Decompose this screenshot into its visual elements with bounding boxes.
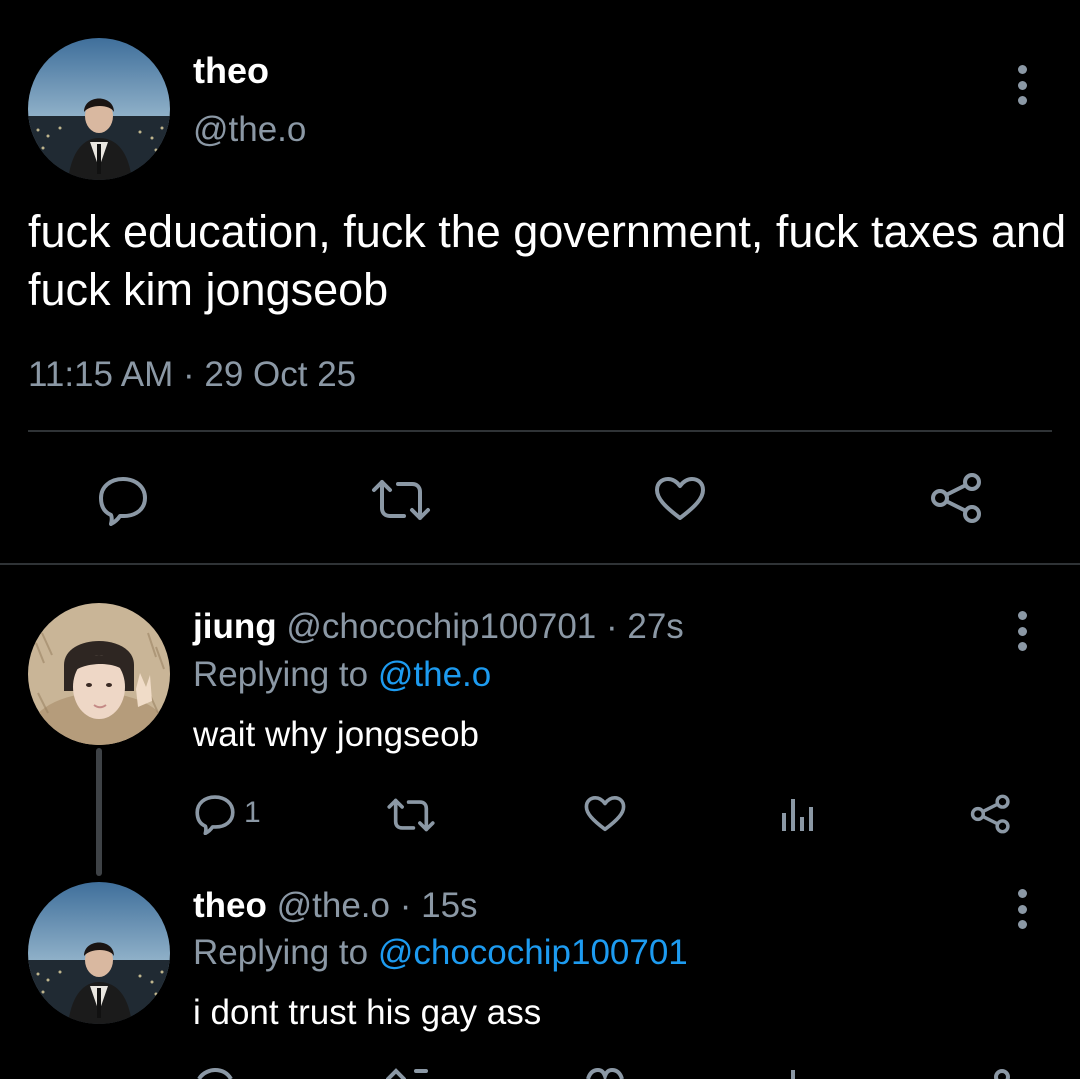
reply-2-text: i dont trust his gay ass: [193, 993, 542, 1032]
jiung-avatar[interactable]: [28, 603, 170, 745]
main-author-name[interactable]: theo: [193, 50, 269, 92]
main-author-handle[interactable]: @the.o: [193, 110, 306, 150]
jiung-avatar-image: [28, 603, 170, 745]
reply-1-replying-label: Replying to: [193, 655, 369, 694]
reply-2-author-name[interactable]: theo: [193, 886, 267, 925]
reply-1-author-name[interactable]: jiung: [193, 607, 277, 646]
reply-1-like-icon[interactable]: [584, 795, 626, 833]
reply-2-replying-to: Replying to @chocochip100701: [193, 933, 688, 973]
theo-reply-avatar-image: [28, 882, 170, 1024]
reply-1-replying-to: Replying to @the.o: [193, 655, 491, 695]
thread-connector-line: [96, 748, 102, 876]
reply-2-age: · 15s: [399, 886, 478, 925]
reply-2-retweet-icon[interactable]: [386, 1068, 436, 1079]
main-tweet-timestamp: 11:15 AM · 29 Oct 25: [28, 355, 357, 394]
reply-1-replying-link[interactable]: @the.o: [378, 655, 491, 694]
reply-1-author-handle[interactable]: @chocochip100701: [286, 607, 596, 646]
main-tweet-divider: [0, 563, 1080, 565]
main-tweet-text: fuck education, fuck the government, fuc…: [28, 206, 1067, 315]
like-icon[interactable]: [654, 476, 706, 522]
reply-1-reply-icon[interactable]: [193, 793, 237, 835]
reply-2-header: theo @the.o · 15s: [193, 886, 478, 926]
retweet-icon[interactable]: [370, 478, 432, 522]
reply-2-more-icon[interactable]: [1016, 889, 1028, 929]
reply-1-retweet-icon[interactable]: [386, 797, 436, 833]
reply-2-replying-link[interactable]: @chocochip100701: [378, 933, 688, 972]
reply-1-reply-count: 1: [244, 796, 261, 829]
reply-1-more-icon[interactable]: [1016, 611, 1028, 651]
theo-reply-avatar[interactable]: [28, 882, 170, 1024]
theo-avatar[interactable]: [28, 38, 170, 180]
reply-2-replying-label: Replying to: [193, 933, 369, 972]
reply-icon[interactable]: [96, 474, 150, 526]
share-icon[interactable]: [930, 472, 984, 524]
reply-2-author-handle[interactable]: @the.o: [277, 886, 390, 925]
tweet-thread-screen: theo @the.o fuck education, fuck the gov…: [0, 0, 1080, 1079]
reply-1-text: wait why jongseob: [193, 715, 479, 754]
reply-1-header: jiung @chocochip100701 · 27s: [193, 607, 684, 647]
reply-2-share-icon[interactable]: [970, 1068, 1012, 1079]
reply-2-analytics-icon[interactable]: [780, 1068, 816, 1079]
reply-2-like-icon[interactable]: [584, 1068, 626, 1079]
reply-2-reply-icon[interactable]: [193, 1068, 237, 1079]
reply-1-share-icon[interactable]: [970, 794, 1012, 834]
reply-1-age: · 27s: [606, 607, 684, 646]
reply-1-analytics-icon[interactable]: [780, 795, 816, 833]
theo-avatar-image: [28, 38, 170, 180]
stats-divider: [28, 430, 1052, 432]
main-more-icon[interactable]: [1016, 65, 1028, 105]
